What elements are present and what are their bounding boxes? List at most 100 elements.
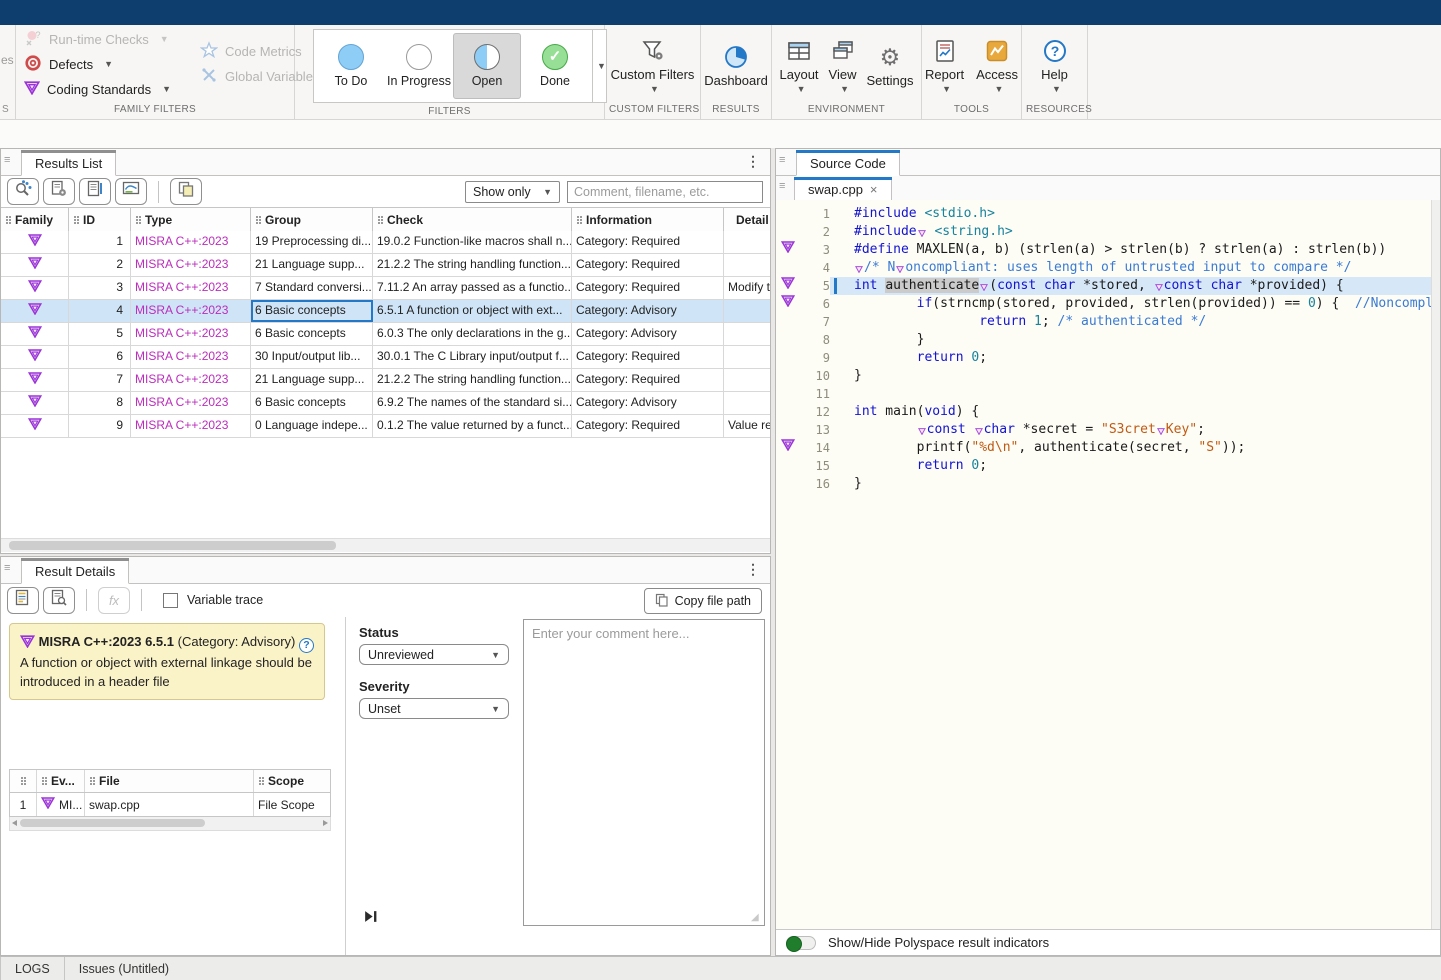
- code-line[interactable]: 5int authenticate(const char *stored, co…: [776, 277, 1440, 295]
- result-indicator-icon[interactable]: [781, 439, 795, 457]
- cell-family[interactable]: [1, 346, 69, 368]
- table-row[interactable]: 7MISRA C++:202321 Language supp...21.2.2…: [1, 369, 770, 392]
- code-line[interactable]: 2#include <string.h>: [776, 223, 1440, 241]
- cell-id[interactable]: 8: [69, 392, 131, 414]
- panel-grip-icon[interactable]: ≡: [779, 154, 785, 166]
- table-row[interactable]: 3MISRA C++:20237 Standard conversi...7.1…: [1, 277, 770, 300]
- show-details-button[interactable]: [7, 587, 39, 614]
- cell-detail[interactable]: [724, 300, 770, 322]
- cell-family[interactable]: [1, 369, 69, 391]
- cell-type[interactable]: MISRA C++:2023: [131, 300, 251, 322]
- comment-textarea[interactable]: [523, 619, 765, 926]
- run-analysis-button[interactable]: [43, 178, 75, 205]
- cell-id[interactable]: 1: [69, 231, 131, 253]
- in-progress-filter-button[interactable]: In Progress: [385, 33, 453, 99]
- column-header-group[interactable]: Group: [251, 208, 373, 232]
- cell-type[interactable]: MISRA C++:2023: [131, 392, 251, 414]
- cell-check[interactable]: 21.2.2 The string handling function...: [373, 369, 572, 391]
- cell-family[interactable]: [1, 392, 69, 414]
- result-indicator-icon[interactable]: [781, 277, 795, 295]
- copy-file-path-button[interactable]: Copy file path: [644, 588, 762, 614]
- column-header-type[interactable]: Type: [131, 208, 251, 232]
- cell-id[interactable]: 5: [69, 323, 131, 345]
- cell-information[interactable]: Category: Required: [572, 231, 724, 253]
- event-column-event[interactable]: Ev...: [37, 770, 85, 792]
- open-report-button[interactable]: [79, 178, 111, 205]
- cell-check[interactable]: 19.0.2 Function-like macros shall n...: [373, 231, 572, 253]
- code-editor[interactable]: 1#include <stdio.h>2#include <string.h>3…: [776, 200, 1440, 929]
- cell-group[interactable]: 7 Standard conversi...: [251, 277, 373, 299]
- done-filter-button[interactable]: ✓ Done: [521, 33, 589, 99]
- table-row[interactable]: 1MISRA C++:202319 Preprocessing di...19.…: [1, 231, 770, 254]
- severity-dropdown[interactable]: Unset ▼: [359, 698, 509, 719]
- code-line[interactable]: 16}: [776, 475, 1440, 493]
- cell-detail[interactable]: [724, 346, 770, 368]
- skip-to-end-icon[interactable]: [363, 909, 378, 929]
- table-row[interactable]: 4MISRA C++:20236 Basic concepts6.5.1 A f…: [1, 300, 770, 323]
- result-indicator-icon[interactable]: [781, 241, 795, 259]
- cell-type[interactable]: MISRA C++:2023: [131, 323, 251, 345]
- cell-family[interactable]: [1, 231, 69, 253]
- column-header-information[interactable]: Information: [572, 208, 724, 232]
- code-line[interactable]: 7 return 1; /* authenticated */: [776, 313, 1440, 331]
- tab-swap-cpp[interactable]: swap.cpp ×: [794, 177, 892, 201]
- cell-group[interactable]: 30 Input/output lib...: [251, 346, 373, 368]
- result-indicator-icon[interactable]: [781, 295, 795, 313]
- cell-check[interactable]: 6.9.2 The names of the standard si...: [373, 392, 572, 414]
- code-line[interactable]: 9 return 0;: [776, 349, 1440, 367]
- todo-filter-button[interactable]: To Do: [317, 33, 385, 99]
- cell-information[interactable]: Category: Required: [572, 254, 724, 276]
- column-header-id[interactable]: ID: [69, 208, 131, 232]
- result-indicators-toggle[interactable]: [786, 936, 816, 950]
- variable-trace-checkbox[interactable]: [163, 593, 178, 608]
- cell-group[interactable]: 21 Language supp...: [251, 369, 373, 391]
- table-row[interactable]: 6MISRA C++:202330 Input/output lib...30.…: [1, 346, 770, 369]
- panel-menu-icon[interactable]: ⋮: [746, 153, 760, 170]
- cell-detail[interactable]: [724, 392, 770, 414]
- cell-detail[interactable]: Value ret: [724, 415, 770, 437]
- results-horizontal-scrollbar[interactable]: [1, 538, 770, 552]
- cell-detail[interactable]: [724, 323, 770, 345]
- scrollbar-thumb[interactable]: [20, 819, 205, 827]
- settings-button[interactable]: ⚙ Settings: [863, 40, 918, 88]
- chart-view-button[interactable]: [115, 178, 147, 205]
- cell-family[interactable]: [1, 415, 69, 437]
- table-row[interactable]: 5MISRA C++:20236 Basic concepts6.0.3 The…: [1, 323, 770, 346]
- cell-group[interactable]: 19 Preprocessing di...: [251, 231, 373, 253]
- cell-group[interactable]: 21 Language supp...: [251, 254, 373, 276]
- code-line[interactable]: 4/* Noncompliant: uses length of untrust…: [776, 259, 1440, 277]
- table-row[interactable]: 8MISRA C++:20236 Basic concepts6.9.2 The…: [1, 392, 770, 415]
- tab-result-details[interactable]: Result Details: [21, 558, 129, 584]
- column-header-family[interactable]: Family: [1, 208, 69, 232]
- report-button[interactable]: Report ▼: [921, 34, 968, 94]
- event-column-file[interactable]: File: [85, 770, 254, 792]
- cell-family[interactable]: [1, 300, 69, 322]
- cell-check[interactable]: 7.11.2 An array passed as a functio...: [373, 277, 572, 299]
- cell-check[interactable]: 6.5.1 A function or object with ext...: [373, 300, 572, 322]
- tab-source-code[interactable]: Source Code: [796, 150, 900, 176]
- close-icon[interactable]: ×: [870, 182, 878, 197]
- issues-tab[interactable]: Issues (Untitled): [65, 957, 183, 980]
- event-row[interactable]: 1MI...swap.cppFile Scope: [9, 793, 331, 817]
- cell-type[interactable]: MISRA C++:2023: [131, 369, 251, 391]
- code-line[interactable]: 12int main(void) {: [776, 403, 1440, 421]
- cell-family[interactable]: [1, 277, 69, 299]
- cell-group[interactable]: 6 Basic concepts: [251, 392, 373, 414]
- code-line[interactable]: 15 return 0;: [776, 457, 1440, 475]
- cell-detail[interactable]: [724, 231, 770, 253]
- cell-group[interactable]: 6 Basic concepts: [251, 300, 373, 322]
- view-button[interactable]: View ▼: [825, 34, 861, 94]
- table-row[interactable]: 9MISRA C++:20230 Language indepe...0.1.2…: [1, 415, 770, 438]
- cell-type[interactable]: MISRA C++:2023: [131, 231, 251, 253]
- runtime-checks-filter[interactable]: ? Run-time Checks ▼: [24, 28, 182, 50]
- fx-button[interactable]: fx: [98, 587, 130, 614]
- event-column-scope[interactable]: Scope: [254, 770, 330, 792]
- code-line[interactable]: 14 printf("%d\n", authenticate(secret, "…: [776, 439, 1440, 457]
- column-header-check[interactable]: Check: [373, 208, 572, 232]
- layout-button[interactable]: Layout ▼: [776, 34, 823, 94]
- access-button[interactable]: Access ▼: [972, 34, 1022, 94]
- defects-filter[interactable]: Defects ▼: [24, 53, 182, 75]
- column-header-detail[interactable]: Detail: [724, 208, 770, 232]
- code-line[interactable]: 3#define MAXLEN(a, b) (strlen(a) > strle…: [776, 241, 1440, 259]
- cell-id[interactable]: 3: [69, 277, 131, 299]
